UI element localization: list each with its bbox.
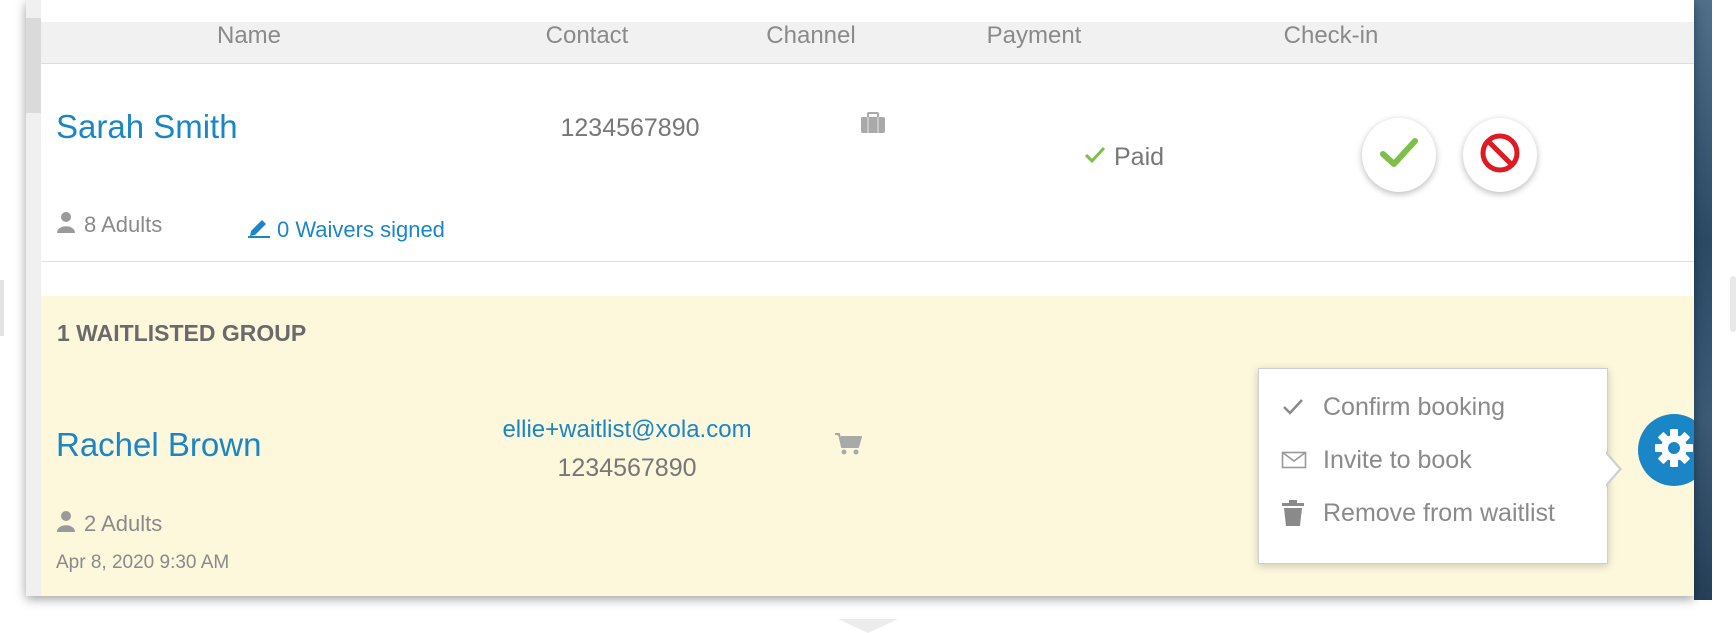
column-header-check-in: Check-in	[1283, 22, 1379, 49]
scrollbar-track[interactable]	[26, 0, 41, 596]
trash-icon	[1281, 500, 1323, 526]
waitlist-guests: 2 Adults	[56, 510, 162, 538]
booking-phone: 1234567890	[560, 114, 700, 142]
gear-icon	[1654, 428, 1694, 473]
column-header-contact: Contact	[545, 22, 629, 49]
column-header-name: Name	[216, 22, 282, 49]
waitlist-heading: 1 WAITLISTED GROUP	[57, 320, 307, 346]
booking-guests: 8 Adults	[56, 211, 162, 239]
menu-item-label[interactable]: Invite to book	[1323, 446, 1472, 475]
menu-item-label[interactable]: Remove from waitlist	[1323, 499, 1555, 528]
menu-pointer-fill	[1605, 453, 1619, 485]
menu-item-invite-to-book[interactable]: Invite to book	[1281, 440, 1601, 480]
cart-icon	[834, 432, 862, 461]
background-mark-right	[1730, 276, 1736, 332]
waivers-label[interactable]: 0 Waivers signed	[277, 217, 445, 243]
waitlist-name-link[interactable]: Rachel Brown	[56, 426, 261, 464]
waitlist-guests-label: 2 Adults	[84, 511, 163, 536]
check-icon	[1379, 136, 1419, 175]
person-icon	[56, 211, 76, 239]
row-divider	[41, 261, 1694, 262]
envelope-icon	[1281, 450, 1323, 470]
column-header-channel: Channel	[766, 22, 856, 49]
waitlist-phone: 1234567890	[557, 454, 697, 482]
scrollbar-thumb[interactable]	[26, 18, 41, 113]
menu-item-label[interactable]: Confirm booking	[1323, 393, 1505, 422]
background-mark-left	[0, 280, 4, 336]
prohibited-icon	[1479, 132, 1521, 179]
waitlist-section: 1 WAITLISTED GROUP Rachel Brown ellie+wa…	[41, 296, 1694, 596]
waitlist-date: Apr 8, 2020 9:30 AM	[56, 552, 230, 573]
table-header: Name Contact Channel Payment Check-in	[41, 22, 1694, 64]
bookings-table-card: Name Contact Channel Payment Check-in Sa…	[26, 0, 1694, 596]
waitlist-actions-menu: Confirm booking Invite to book Remove fr…	[1258, 368, 1608, 564]
payment-status: Paid	[1084, 143, 1164, 172]
briefcase-icon	[860, 112, 886, 139]
check-icon	[1281, 397, 1323, 417]
background-photo-strip	[1694, 0, 1712, 600]
person-icon	[56, 510, 76, 538]
check-in-confirm-button[interactable]	[1362, 118, 1436, 192]
no-show-button[interactable]	[1463, 118, 1537, 192]
menu-item-remove-from-waitlist[interactable]: Remove from waitlist	[1281, 493, 1601, 533]
booking-name-link[interactable]: Sarah Smith	[56, 108, 238, 146]
column-header-payment: Payment	[986, 22, 1082, 49]
waitlist-email-link[interactable]: ellie+waitlist@xola.com	[502, 416, 751, 444]
background-mark-bottom	[838, 619, 898, 633]
menu-item-confirm-booking[interactable]: Confirm booking	[1281, 387, 1601, 427]
check-icon	[1084, 143, 1106, 172]
pencil-icon	[247, 216, 271, 244]
waivers-link[interactable]: 0 Waivers signed	[247, 216, 445, 244]
booking-guests-label: 8 Adults	[84, 212, 163, 237]
waitlist-actions-button[interactable]	[1638, 414, 1694, 486]
payment-status-label: Paid	[1114, 143, 1165, 171]
